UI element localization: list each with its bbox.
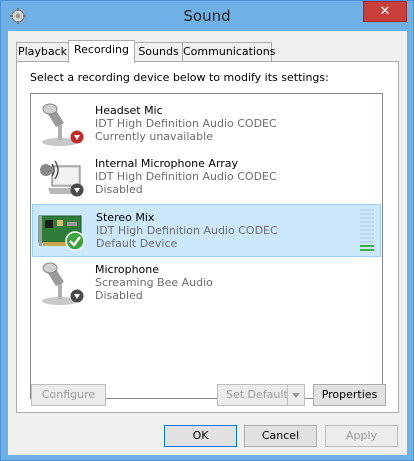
level-meter-segment (360, 209, 374, 211)
close-button[interactable]: ✕ (363, 1, 407, 22)
level-meter-segment (360, 237, 374, 239)
tab-sounds[interactable]: Sounds (134, 42, 183, 61)
level-meter-segment (360, 213, 374, 215)
device-status: Currently unavailable (95, 130, 213, 143)
ok-button[interactable]: OK (164, 425, 237, 447)
device-driver: IDT High Definition Audio CODEC (95, 117, 277, 130)
list-item-headset-mic[interactable]: Headset Mic IDT High Definition Audio CO… (32, 98, 381, 151)
level-meter-segment (360, 225, 374, 227)
recording-device-list[interactable]: Headset Mic IDT High Definition Audio CO… (30, 93, 383, 399)
level-meter-segment (360, 229, 374, 231)
level-meter-segment (360, 249, 374, 251)
device-name: Internal Microphone Array (95, 157, 239, 170)
list-item-stereo-mix[interactable]: Stereo Mix IDT High Definition Audio COD… (32, 204, 381, 257)
list-item-internal-microphone-array[interactable]: Internal Microphone Array IDT High Defin… (32, 151, 381, 204)
configure-button[interactable]: Configure (31, 384, 106, 406)
apply-button[interactable]: Apply (325, 425, 398, 447)
set-default-dropdown[interactable] (287, 385, 304, 405)
dialog-body: Playback Recording Sounds Communications… (8, 31, 407, 455)
sound-dialog: Sound ✕ Playback Recording Sounds Commun… (0, 0, 414, 461)
window-title: Sound (183, 7, 231, 25)
level-meter-segment (360, 221, 374, 223)
red-down-arrow-badge-icon (70, 130, 84, 144)
device-status: Disabled (95, 289, 143, 302)
green-check-badge-icon (65, 231, 85, 251)
cancel-button[interactable]: Cancel (244, 425, 317, 447)
grey-down-arrow-badge-icon (70, 289, 84, 303)
device-name: Headset Mic (95, 104, 163, 117)
list-item-microphone[interactable]: Microphone Screaming Bee Audio Disabled (32, 257, 381, 310)
grey-down-arrow-badge-icon (70, 183, 84, 197)
device-name: Microphone (95, 263, 160, 276)
device-driver: Screaming Bee Audio (95, 276, 213, 289)
recording-panel: Select a recording device below to modif… (16, 61, 399, 413)
device-status: Disabled (95, 183, 143, 196)
instruction-text: Select a recording device below to modif… (30, 71, 329, 84)
level-meter-segment (360, 245, 374, 247)
properties-button[interactable]: Properties (313, 384, 386, 406)
level-meter-segment (360, 241, 374, 243)
level-meter-segment (360, 233, 374, 235)
chevron-down-icon (292, 393, 300, 398)
device-driver: IDT High Definition Audio CODEC (95, 170, 277, 183)
device-name: Stereo Mix (96, 211, 155, 224)
tab-communications[interactable]: Communications (182, 42, 275, 61)
device-driver: IDT High Definition Audio CODEC (96, 224, 278, 237)
level-meter (360, 209, 374, 253)
device-status: Default Device (96, 237, 178, 250)
set-default-label: Set Default (226, 388, 288, 401)
set-default-button[interactable]: Set Default (217, 384, 305, 406)
level-meter-segment (360, 217, 374, 219)
tab-recording[interactable]: Recording (68, 40, 135, 63)
tab-playback[interactable]: Playback (16, 42, 69, 61)
title-bar[interactable]: Sound ✕ (1, 1, 413, 31)
